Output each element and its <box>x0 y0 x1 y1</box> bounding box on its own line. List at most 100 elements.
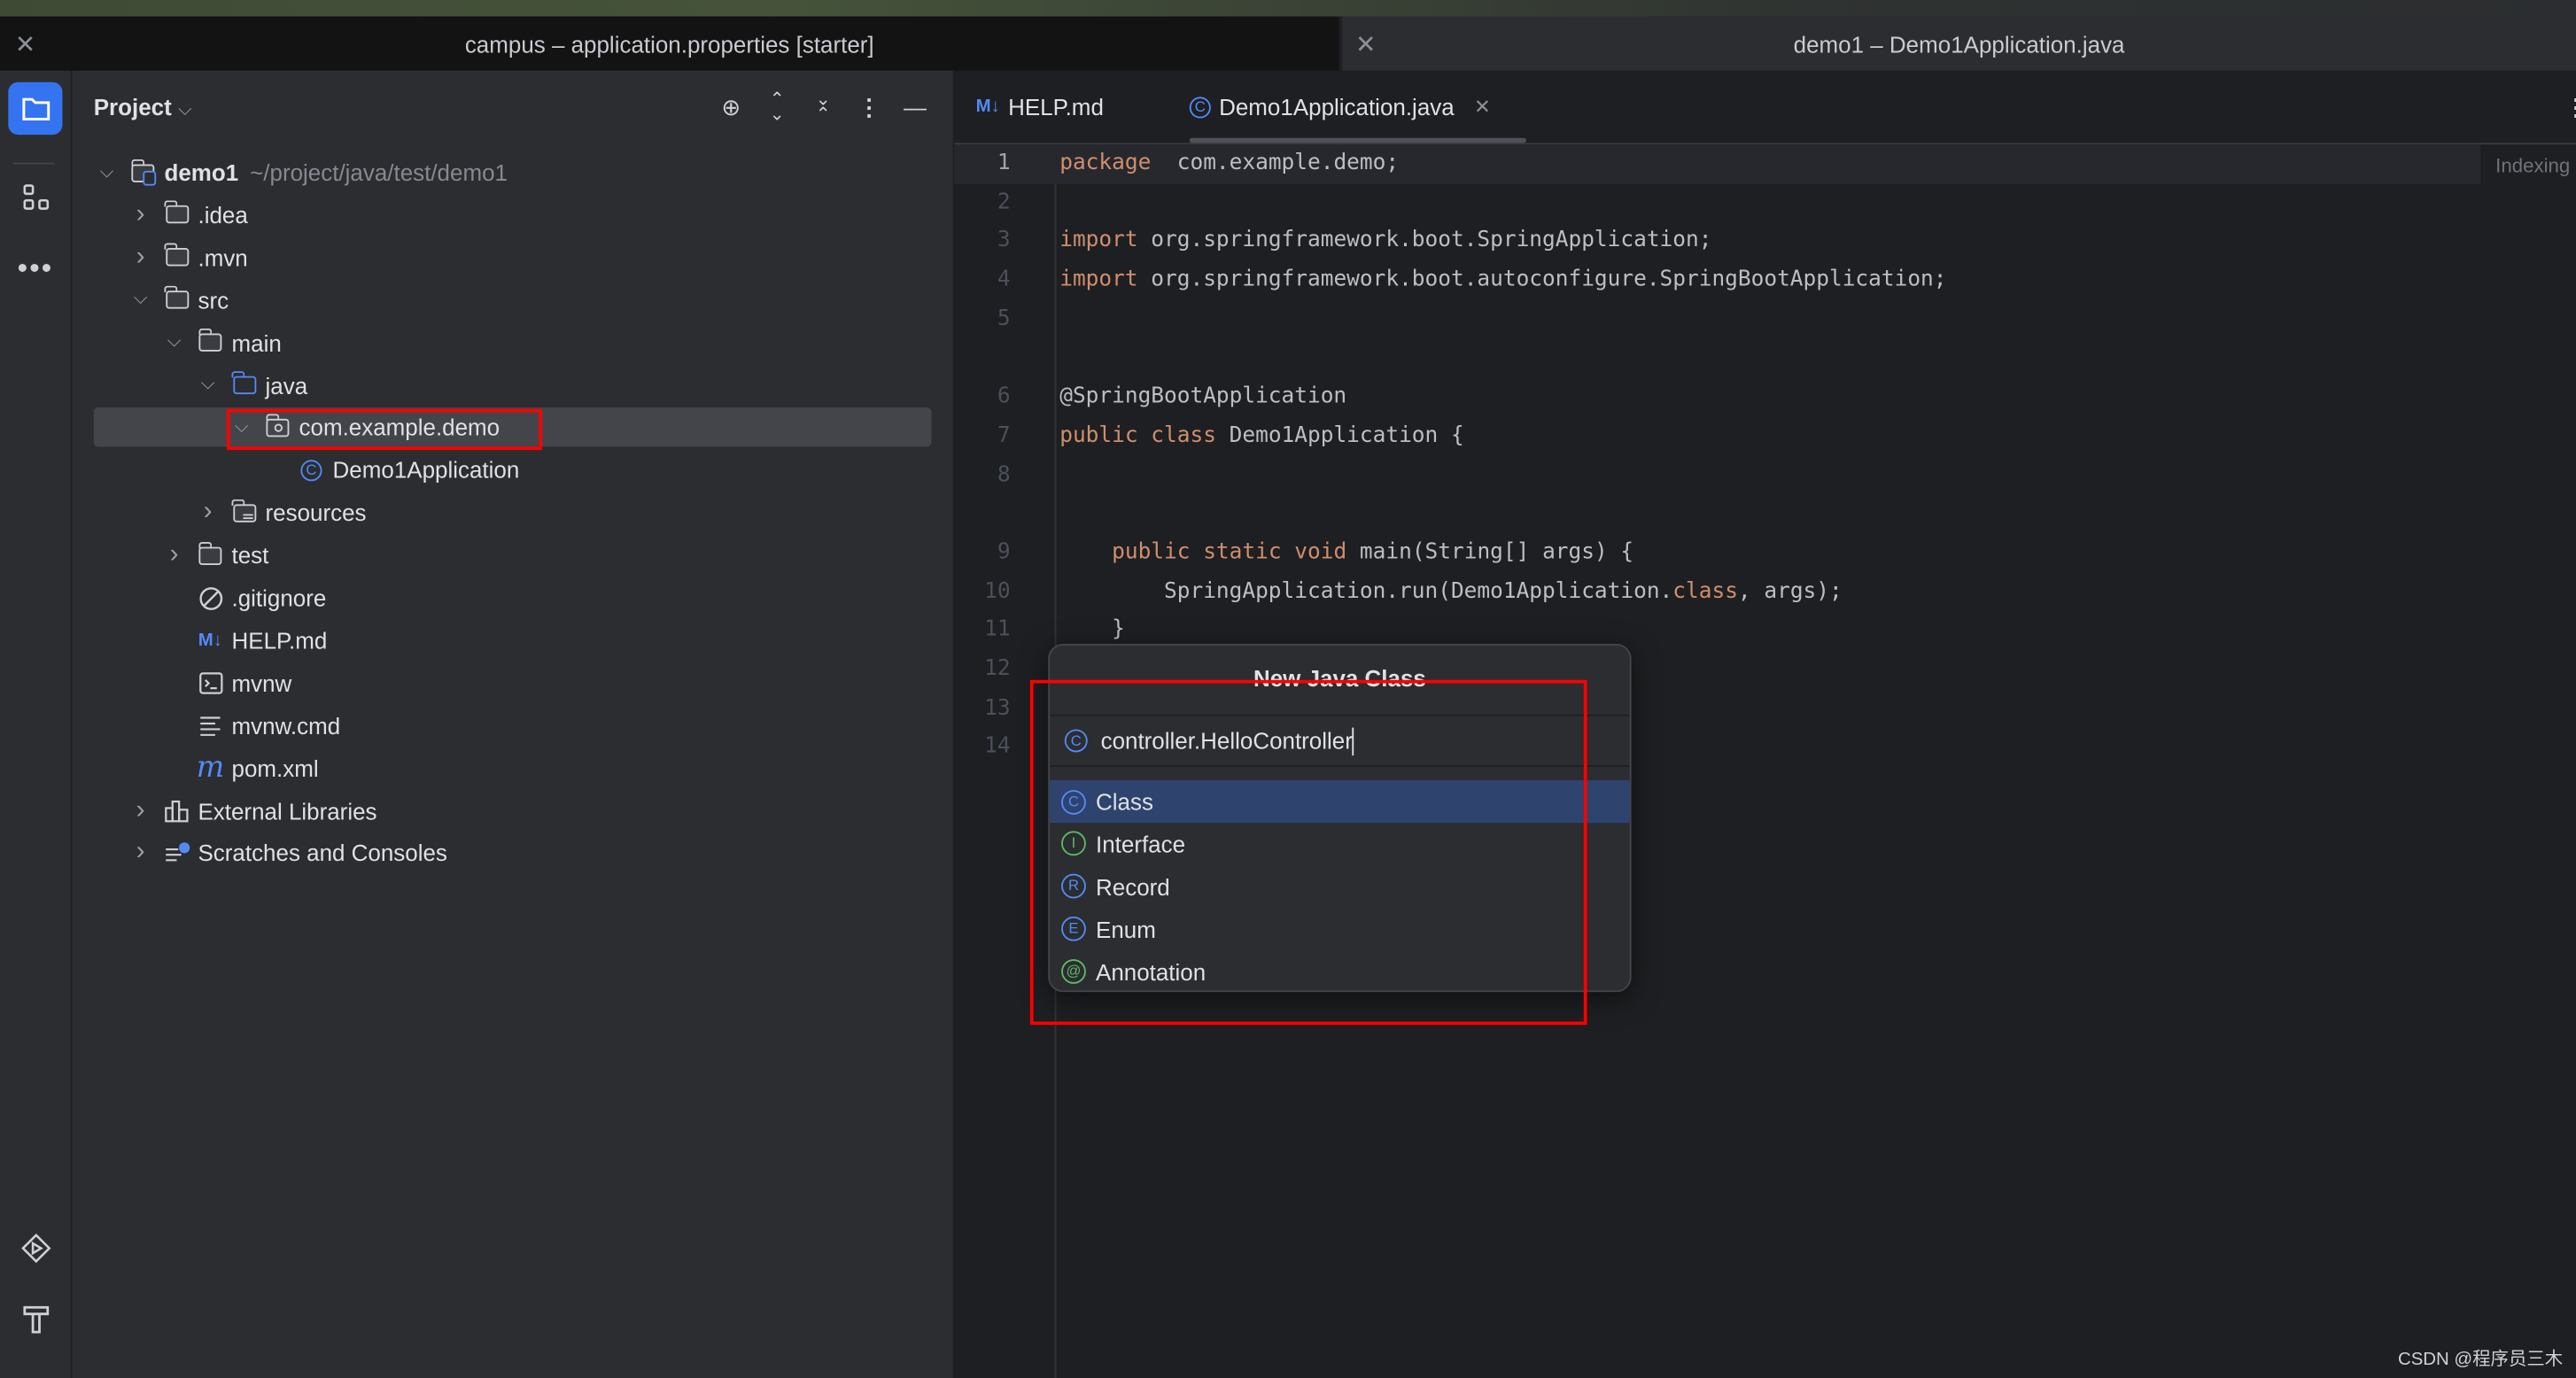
item-name: .gitignore <box>231 584 327 611</box>
scratches-icon <box>164 840 190 866</box>
options-icon[interactable]: ⋮ <box>853 94 886 123</box>
source-folder-icon <box>231 371 258 399</box>
path-hint: ~/project/java/test/demo1 <box>250 159 508 186</box>
tree-item-test[interactable]: › test <box>94 536 932 576</box>
tree-item--mvn[interactable]: › .mvn <box>94 238 932 278</box>
text-icon <box>198 712 224 739</box>
line-number: 10 <box>984 578 1011 604</box>
code-token: } <box>1059 617 1125 643</box>
tree-item-label: java <box>266 372 308 399</box>
window-tab-title: demo1 – Demo1Application.java <box>1793 30 2125 57</box>
code-line: 6 @SpringBootApplication <box>955 378 2576 417</box>
line-number: 7 <box>997 423 1011 448</box>
chevron-right-icon[interactable]: › <box>130 243 150 272</box>
tree-item-java[interactable]: ⌵ java <box>94 366 932 406</box>
folder-shape <box>164 244 189 267</box>
folder-icon <box>164 244 190 271</box>
tree-item-label: demo1 ~/project/java/test/demo1 <box>164 159 507 186</box>
keyword-token: public static void <box>1112 539 1347 565</box>
tree-item-demo1[interactable]: ⌵ demo1 ~/project/java/test/demo1 <box>94 152 932 192</box>
build-hammer-icon[interactable] <box>8 1293 62 1345</box>
toolbar-divider <box>12 162 55 165</box>
folder-icon <box>164 200 190 228</box>
editor-options-icon[interactable]: ⋮ <box>2564 94 2576 122</box>
code-text: @SpringBootApplication <box>1059 378 1346 417</box>
code-text: SpringApplication.run(Demo1Application.c… <box>1059 572 1843 611</box>
chevron-down-icon[interactable]: ⌵ <box>130 290 150 311</box>
folder-shape <box>164 286 189 310</box>
keyword-token: class <box>1672 578 1738 604</box>
tree-item-pom-xml[interactable]: m pom.xml <box>94 748 932 788</box>
keyword-token: package <box>1059 151 1152 176</box>
folder-shape <box>231 499 256 523</box>
item-name: mvnw.cmd <box>231 712 341 739</box>
indexing-status: Indexing <box>2482 146 2576 186</box>
structure-icon[interactable] <box>8 171 62 223</box>
tree-item-src[interactable]: ⌵ src <box>94 281 932 321</box>
tab-label: HELP.md <box>1008 93 1104 120</box>
module-icon <box>130 158 157 186</box>
chevron-down-icon: ⌵ <box>177 100 192 120</box>
tab-demo1application-java[interactable]: C Demo1Application.java ✕ <box>1189 93 1491 120</box>
keyword-token: public class <box>1059 423 1216 448</box>
ide-window: ✕ campus – application.properties [start… <box>0 0 2576 1378</box>
item-name: pom.xml <box>231 755 319 782</box>
tree-item--gitignore[interactable]: .gitignore <box>94 578 932 618</box>
run-icon[interactable] <box>8 1222 62 1274</box>
keyword-token: import <box>1059 228 1138 254</box>
tree-item-external-libraries[interactable]: › External Libraries <box>94 791 932 831</box>
item-name: HELP.md <box>231 627 328 654</box>
chevron-right-icon[interactable]: › <box>130 796 150 825</box>
item-name: Scratches and Consoles <box>198 840 447 867</box>
circle: C <box>300 459 322 482</box>
code-line: 5 <box>955 300 2576 339</box>
chevron-right-icon[interactable]: › <box>130 839 150 868</box>
collapse-all-icon[interactable]: ⌄ ⌃ <box>807 91 840 124</box>
tree-item-mvnw-cmd[interactable]: mvnw.cmd <box>94 706 932 746</box>
tree-item-label: .mvn <box>198 244 247 271</box>
project-panel: Project ⌵ ⊕ ⌃ ⌄ ⌄ ⌃ ⋮ — ⌵ demo1 ~/project/ja… <box>72 70 955 1378</box>
line-number: 4 <box>997 267 1011 293</box>
window-tab-campus[interactable]: ✕ campus – application.properties [start… <box>0 16 1339 71</box>
chevron-right-icon[interactable]: › <box>198 498 217 527</box>
item-name: External Libraries <box>198 797 377 824</box>
tree-item-label: test <box>231 542 268 569</box>
tree-item-main[interactable]: ⌵ main <box>94 323 932 363</box>
window-tab-demo1[interactable]: ✕ demo1 – Demo1Application.java <box>1342 16 2576 71</box>
chevron-right-icon[interactable]: › <box>130 200 150 229</box>
active-tab-indicator <box>1189 137 1526 143</box>
tree-item--idea[interactable]: › .idea <box>94 195 932 235</box>
item-name: java <box>265 372 308 399</box>
project-folder-icon[interactable] <box>8 81 63 135</box>
chevron-down-icon[interactable]: ⌵ <box>198 375 217 396</box>
expand-all-icon[interactable]: ⌃ ⌄ <box>761 91 794 124</box>
chevron-down-icon[interactable]: ⌵ <box>97 162 116 183</box>
tree-item-resources[interactable]: › resources <box>94 493 932 533</box>
tab-help-md[interactable]: M↓ HELP.md <box>976 94 1104 120</box>
tree-item-scratches-and-consoles[interactable]: › Scratches and Consoles <box>94 833 932 873</box>
code-token: @SpringBootApplication <box>1059 384 1347 410</box>
spring-class-icon: C <box>299 457 325 484</box>
chevron-right-icon[interactable]: › <box>164 540 183 569</box>
editor-tabs: M↓ HELP.md C Demo1Application.java ✕ ⋮ <box>954 71 2576 145</box>
locate-icon[interactable]: ⊕ <box>715 94 748 123</box>
more-icon[interactable]: ••• <box>8 242 62 294</box>
tree-item-label: resources <box>266 499 367 526</box>
project-title: Project <box>93 93 172 120</box>
tab-label: Demo1Application.java <box>1219 93 1455 120</box>
tree-item-help-md[interactable]: M↓ HELP.md <box>94 621 932 661</box>
shell-icon <box>198 670 224 696</box>
tree-item-label: HELP.md <box>231 627 327 654</box>
project-view-selector[interactable]: Project ⌵ <box>94 94 192 122</box>
chevron-down-icon[interactable]: ⌵ <box>164 332 183 353</box>
highlight-annotation-package <box>226 408 543 451</box>
hide-icon[interactable]: — <box>898 94 931 123</box>
tree-item-label: pom.xml <box>231 755 318 781</box>
folder-icon <box>164 286 190 314</box>
code-line: 10 SpringApplication.run(Demo1Applicatio… <box>955 572 2576 611</box>
tree-item-mvnw[interactable]: mvnw <box>94 663 932 703</box>
resources-folder-icon <box>231 499 258 526</box>
close-tab-icon[interactable]: ✕ <box>1474 96 1491 119</box>
keyword-token: import <box>1059 267 1138 293</box>
tree-item-demo1application[interactable]: C Demo1Application <box>94 451 932 491</box>
